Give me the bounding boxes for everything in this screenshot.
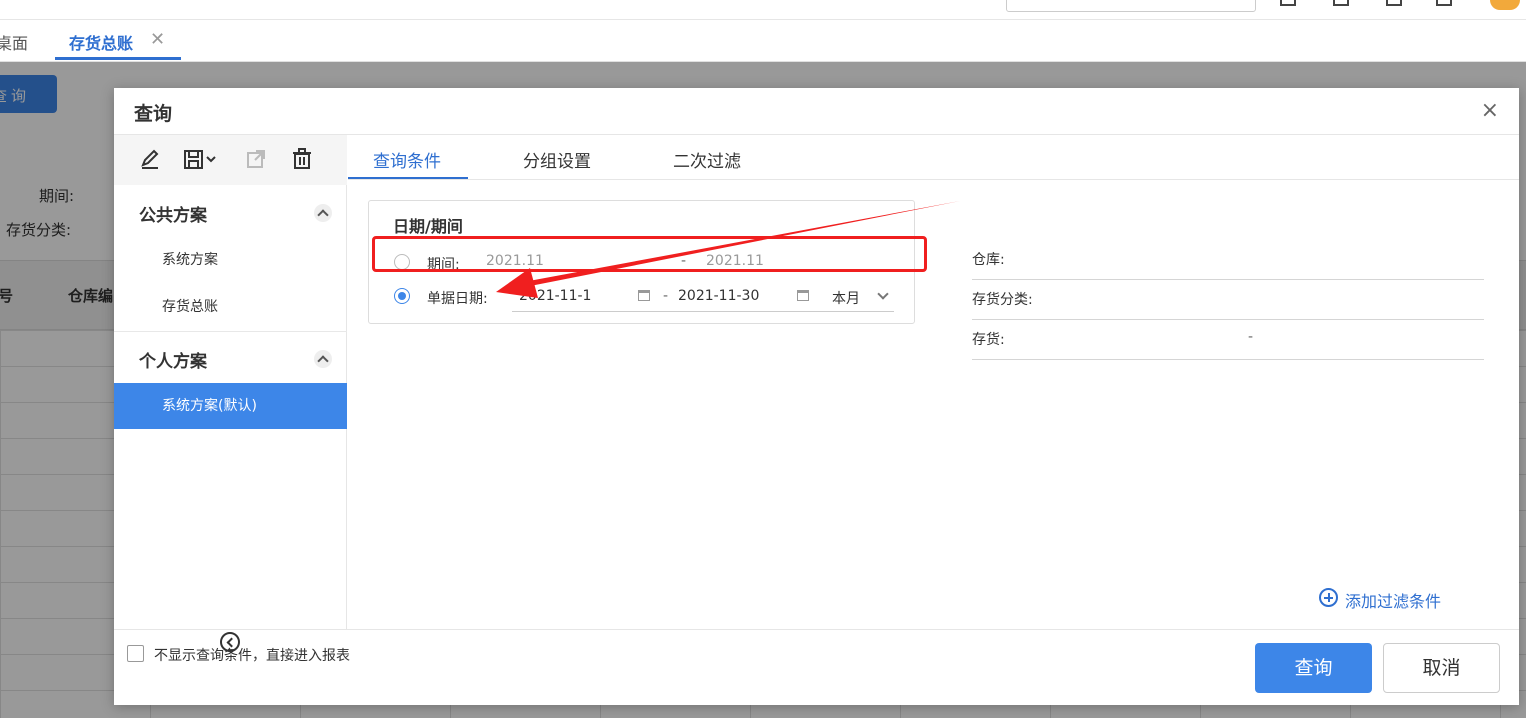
edit-icon[interactable] (138, 147, 162, 171)
filter-warehouse[interactable]: 仓库: (972, 240, 1484, 280)
tab-desktop[interactable]: 桌面 (0, 30, 28, 54)
public-scheme-title: 公共方案 (139, 206, 207, 226)
trash-icon[interactable] (290, 147, 314, 171)
chevron-up-icon[interactable] (314, 350, 332, 368)
add-filter-button[interactable]: 添加过滤条件 (1319, 588, 1441, 612)
date-period-title: 日期/期间 (393, 217, 463, 236)
active-tab-indicator (348, 177, 468, 179)
scheme-item-selected[interactable]: 系统方案(默认) (114, 383, 347, 429)
avatar[interactable] (1490, 0, 1520, 10)
tab-bar: 桌面 存货总账 ✕ (0, 20, 1526, 62)
scheme-panel: 公共方案 系统方案 存货总账 个人方案 系统方案(默认) (114, 135, 347, 652)
date-to-input[interactable]: 2021-11-30 (678, 288, 759, 304)
date-preset-select[interactable]: 本月 (832, 288, 860, 308)
date-from-input[interactable]: 2021-11-1 (519, 288, 591, 304)
skip-conditions-label: 不显示查询条件，直接进入报表 (154, 648, 350, 664)
tab-secondary-filter[interactable]: 二次过滤 (673, 147, 741, 172)
gear-icon[interactable] (1436, 0, 1452, 6)
dialog-title: 查询 (134, 103, 173, 125)
close-icon[interactable]: × (1481, 98, 1499, 123)
chevron-down-icon[interactable] (877, 288, 889, 300)
tab-inventory-ledger[interactable]: 存货总账 (69, 30, 133, 54)
skip-conditions-checkbox[interactable] (127, 645, 144, 662)
period-radio[interactable] (394, 254, 410, 270)
calendar-icon[interactable] (638, 290, 650, 301)
doc-date-radio[interactable] (394, 288, 410, 304)
list-icon[interactable] (1333, 0, 1349, 6)
condition-tabs: 查询条件 分组设置 二次过滤 (348, 135, 1519, 180)
scheme-item[interactable]: 系统方案 (114, 237, 347, 283)
scheme-toolbar (114, 135, 347, 185)
calendar-icon[interactable] (797, 290, 809, 301)
toolbar-icon[interactable] (1280, 0, 1296, 6)
doc-date-label: 单据日期: (427, 291, 488, 307)
filter-inventory[interactable]: 存货: - (972, 320, 1484, 360)
share-icon[interactable] (244, 147, 268, 171)
save-icon[interactable] (182, 147, 220, 171)
period-label: 期间: (427, 257, 460, 273)
filter-inventory-category[interactable]: 存货分类: (972, 280, 1484, 320)
query-conditions-panel: 查询条件 分组设置 二次过滤 日期/期间 期间: 2021.11 - 2021.… (348, 135, 1519, 629)
close-icon[interactable]: ✕ (150, 29, 165, 50)
period-from-value[interactable]: 2021.11 (486, 253, 544, 269)
plus-circle-icon (1319, 588, 1338, 607)
dialog-footer: 不显示查询条件，直接进入报表 查询 取消 (114, 629, 1519, 705)
top-bar (0, 0, 1526, 20)
global-search-input[interactable] (1006, 0, 1256, 12)
chevron-up-icon[interactable] (314, 204, 332, 222)
tab-group-settings[interactable]: 分组设置 (523, 147, 591, 172)
query-button[interactable]: 查询 (1255, 643, 1372, 693)
active-tab-indicator (55, 57, 181, 60)
cancel-button[interactable]: 取消 (1383, 643, 1500, 693)
query-dialog: 查询 × 公共方案 系统方案 存货总账 个人方案 系统方案(默认) 查询条件 分… (114, 88, 1519, 705)
download-icon[interactable] (1386, 0, 1402, 6)
period-to-value[interactable]: 2021.11 (706, 253, 764, 269)
personal-scheme-title: 个人方案 (139, 352, 207, 372)
date-period-box: 日期/期间 期间: 2021.11 - 2021.11 单据日期: 2021-1… (368, 200, 915, 324)
tab-query-conditions[interactable]: 查询条件 (373, 147, 441, 172)
scheme-item[interactable]: 存货总账 (114, 284, 347, 330)
